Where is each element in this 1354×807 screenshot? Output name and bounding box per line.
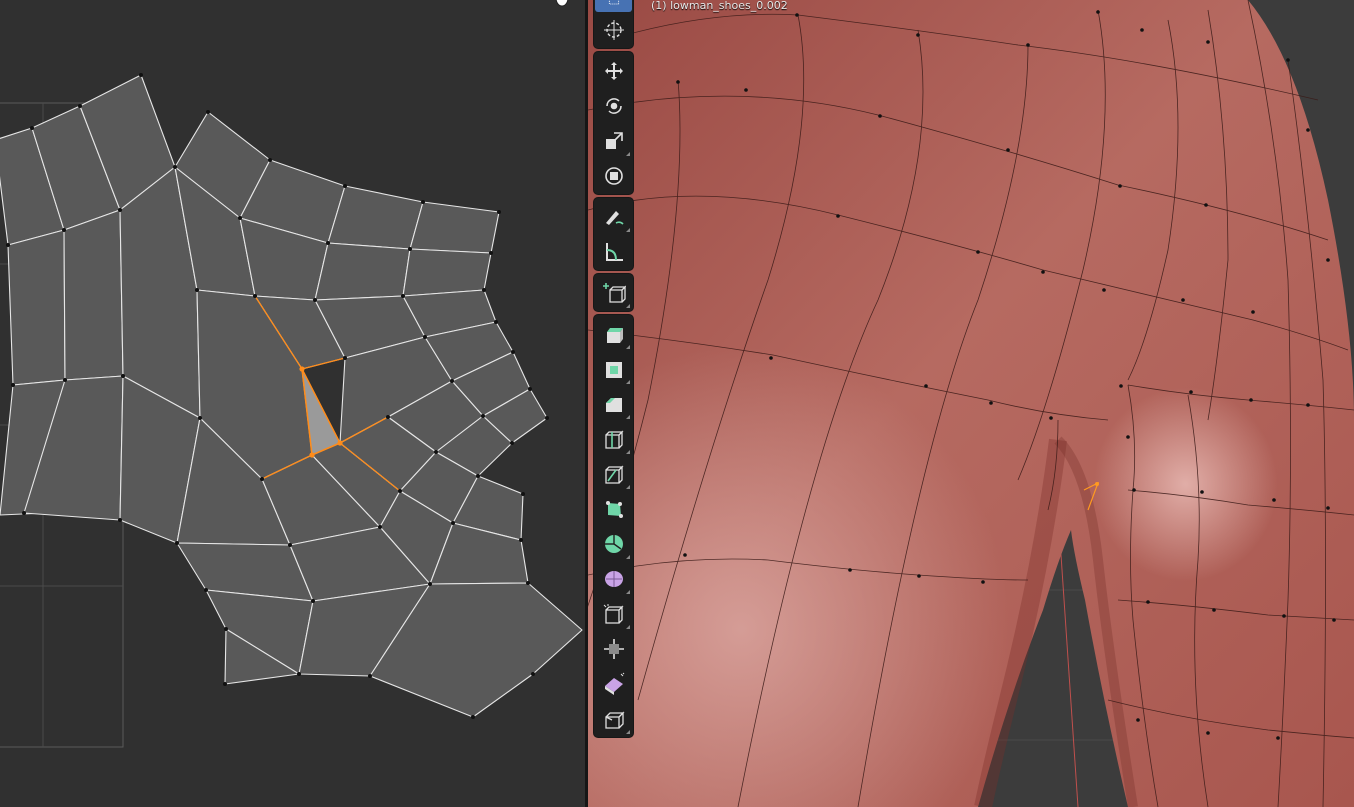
tool-extrude-region[interactable] — [595, 316, 632, 351]
tool-group-add — [594, 274, 633, 311]
rotate-icon — [605, 97, 622, 114]
tool-inset-faces[interactable] — [595, 351, 632, 386]
mouse-cursor-icon — [555, 0, 569, 7]
tool-loop-cut[interactable] — [595, 421, 632, 456]
loop-cut-icon — [604, 429, 624, 449]
tool-select-box[interactable] — [595, 0, 632, 12]
tool-smooth[interactable] — [595, 561, 632, 596]
move-icon — [604, 61, 623, 80]
tool-edge-slide[interactable] — [595, 596, 632, 631]
scale-icon — [605, 131, 623, 149]
tool-group-select — [594, 0, 633, 48]
tool-group-annotate — [594, 198, 633, 270]
tool-spin[interactable] — [595, 526, 632, 561]
tool-rotate[interactable] — [595, 88, 632, 123]
tool-rip-region[interactable] — [595, 701, 632, 736]
bevel-icon — [605, 397, 622, 412]
tool-shelf — [594, 0, 633, 741]
tool-knife[interactable] — [595, 456, 632, 491]
tool-group-mesh — [594, 315, 633, 737]
uv-island[interactable] — [0, 74, 583, 718]
tool-cursor[interactable] — [595, 12, 632, 47]
select-box-icon — [608, 0, 619, 4]
cursor-icon — [603, 19, 624, 40]
extrude-region-icon — [606, 327, 623, 343]
object-name-label: (1) lowman_shoes_0.002 — [651, 0, 788, 12]
edge-slide-icon — [603, 603, 624, 624]
shrink-fatten-icon — [603, 638, 624, 659]
uv-editor[interactable] — [0, 0, 585, 807]
selected-mesh-vertex — [1095, 482, 1099, 486]
viewport-canvas[interactable] — [588, 0, 1354, 807]
rip-region-icon — [604, 710, 625, 729]
tool-shear[interactable] — [595, 666, 632, 701]
tool-transform[interactable] — [595, 158, 632, 193]
tool-measure[interactable] — [595, 234, 632, 269]
tool-add-cube[interactable] — [595, 275, 632, 310]
spin-icon — [604, 534, 623, 553]
tool-poly-build[interactable] — [595, 491, 632, 526]
tool-shrink-fatten[interactable] — [595, 631, 632, 666]
tool-bevel[interactable] — [595, 386, 632, 421]
annotate-icon — [605, 210, 624, 225]
inset-faces-icon — [605, 361, 622, 378]
tool-group-transform — [594, 52, 633, 194]
add-cube-icon — [602, 282, 626, 303]
tool-scale[interactable] — [595, 123, 632, 158]
tool-move[interactable] — [595, 53, 632, 88]
shear-icon — [604, 672, 624, 695]
knife-icon — [604, 464, 624, 484]
poly-build-icon — [605, 500, 623, 518]
transform-icon — [604, 166, 623, 185]
measure-icon — [605, 242, 623, 261]
smooth-icon — [604, 570, 623, 587]
tool-annotate[interactable] — [595, 199, 632, 234]
uv-canvas[interactable] — [0, 0, 585, 807]
3d-viewport[interactable] — [588, 0, 1354, 807]
